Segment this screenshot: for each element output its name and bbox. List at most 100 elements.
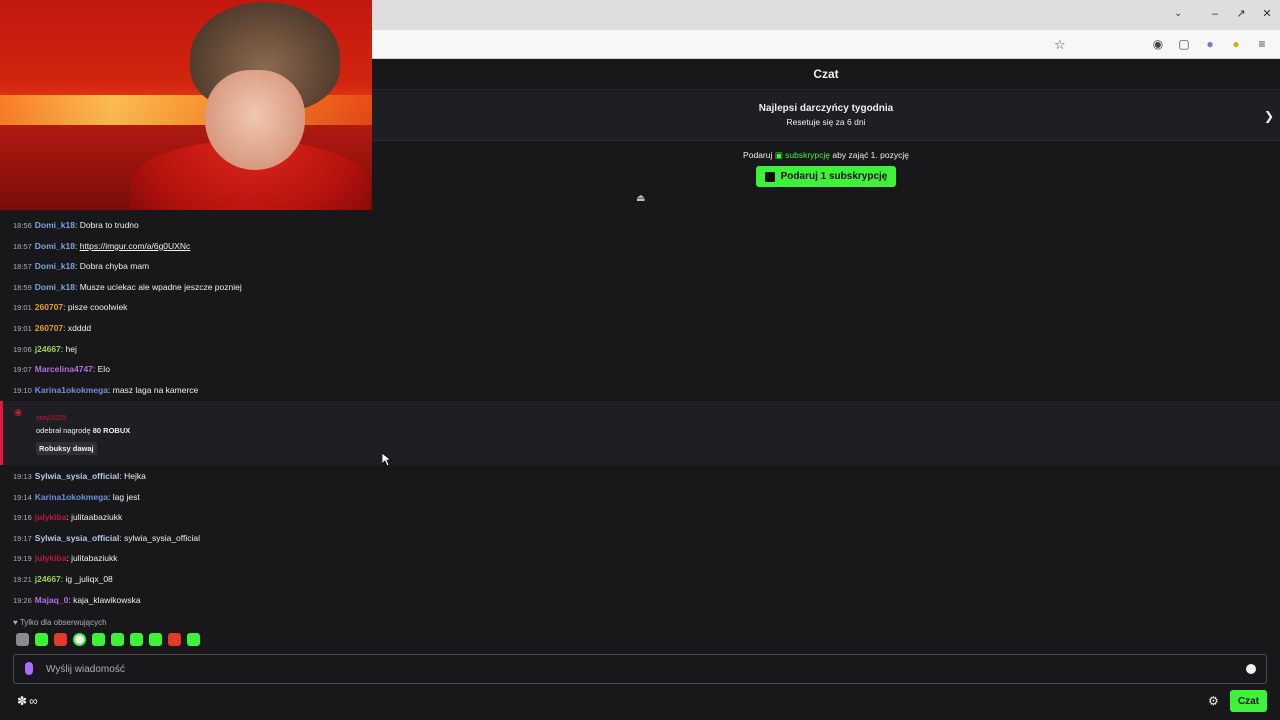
emote-icon[interactable] bbox=[130, 633, 143, 646]
gear-icon[interactable]: ⚙ bbox=[1208, 694, 1219, 708]
chat-send-button[interactable]: Czat bbox=[1230, 690, 1267, 712]
gift-icon bbox=[764, 171, 775, 182]
chat-title: Czat bbox=[813, 67, 839, 81]
browser-address-bar: ☆ ◉ ▢ ● ● ≡ bbox=[372, 30, 1280, 59]
message-timestamp: 18:57 bbox=[13, 262, 32, 272]
message-username[interactable]: Majaq_0 bbox=[35, 595, 69, 605]
message-username[interactable]: Domi_k18 bbox=[35, 220, 75, 230]
emote-icon[interactable] bbox=[92, 633, 105, 646]
message-text: Dobra chyba mam bbox=[79, 261, 150, 272]
emoji-icon[interactable] bbox=[1246, 664, 1256, 674]
message-username[interactable]: 260707 bbox=[35, 323, 63, 333]
message-username[interactable]: Karina1okokmega bbox=[35, 492, 108, 502]
gift-icon: ▣ bbox=[774, 150, 783, 160]
message-username[interactable]: julykiba bbox=[35, 512, 67, 522]
message-username[interactable]: j24667 bbox=[35, 574, 61, 584]
reward-text-prefix: odebrał nagrodę bbox=[36, 426, 91, 435]
gift-prompt-prefix: Podaruj bbox=[743, 150, 773, 160]
message-timestamp: 19:07 bbox=[13, 365, 32, 375]
collapse-icon[interactable]: ⏏ bbox=[636, 193, 645, 204]
emote-icon[interactable] bbox=[35, 633, 48, 646]
message-text: pisze cooolwiek bbox=[67, 302, 128, 313]
chat-input[interactable] bbox=[46, 655, 1226, 683]
chat-message: 18:57 Domi_k18: Dobra chyba mam bbox=[13, 261, 149, 271]
window-controls: – ↗ ✕ bbox=[1208, 7, 1274, 21]
emote-icon[interactable] bbox=[168, 633, 181, 646]
extensions-icon[interactable]: ▢ bbox=[1176, 36, 1192, 52]
chat-message: 19:13 Sylwia_sysia_official: Hejka bbox=[13, 471, 146, 481]
chat-header: Czat bbox=[372, 59, 1280, 90]
message-username[interactable]: Sylwia_sysia_official bbox=[35, 533, 120, 543]
maximize-icon[interactable]: ↗ bbox=[1234, 7, 1248, 20]
chat-input-box bbox=[13, 654, 1267, 684]
screen: ⌄ – ↗ ✕ ☆ ◉ ▢ ● ● ≡ Czat Najlepsi darczy… bbox=[0, 0, 1280, 720]
chat-message: 18:56 Domi_k18: Dobra to trudno bbox=[13, 220, 139, 230]
message-text: julitabaziukk bbox=[71, 553, 118, 564]
gift-sub-button[interactable]: Podaruj 1 subskrypcję bbox=[755, 166, 897, 187]
message-timestamp: 19:06 bbox=[13, 344, 32, 354]
message-username[interactable]: 260707 bbox=[35, 302, 63, 312]
gift-sub-button-label: Podaruj 1 subskrypcję bbox=[780, 171, 888, 182]
account-icon[interactable]: ◉ bbox=[1150, 36, 1166, 52]
extension-purple-icon[interactable]: ● bbox=[1202, 36, 1218, 52]
top-gifters-reset: Resetuje się za 6 dni bbox=[786, 117, 866, 127]
reward-name: 80 ROBUX bbox=[92, 426, 131, 435]
message-username[interactable]: Domi_k18 bbox=[35, 282, 75, 292]
emote-icon[interactable] bbox=[187, 633, 200, 646]
message-timestamp: 19:26 bbox=[13, 595, 32, 605]
message-username[interactable]: Marcelina4747 bbox=[35, 364, 93, 374]
message-timestamp: 19:14 bbox=[13, 492, 32, 502]
message-text: lag jest bbox=[112, 491, 140, 502]
message-username[interactable]: julykiba bbox=[35, 553, 67, 563]
star-icon[interactable]: ☆ bbox=[1054, 37, 1066, 53]
close-icon[interactable]: ✕ bbox=[1260, 7, 1274, 20]
message-username[interactable]: Karina1okokmega bbox=[35, 385, 108, 395]
chat-message: 18:57 Domi_k18: https://imgur.com/a/6g0UX… bbox=[13, 241, 190, 251]
channel-points[interactable]: ✽ ∞ bbox=[17, 694, 38, 708]
emote-icon[interactable] bbox=[73, 633, 86, 646]
message-username[interactable]: Domi_k18 bbox=[35, 241, 75, 251]
message-timestamp: 19:01 bbox=[13, 303, 32, 313]
top-gifters-banner[interactable]: Najlepsi darczyńcy tygodnia Resetuje się… bbox=[372, 91, 1280, 141]
message-text: Musze uciekac ale wpadne jeszcze pozniej bbox=[79, 281, 242, 292]
heart-icon: ♥ bbox=[13, 618, 18, 627]
message-text: masz laga na kamerce bbox=[112, 384, 199, 395]
message-username[interactable]: Sylwia_sysia_official bbox=[35, 471, 120, 481]
reward-tag: Robuksy dawaj bbox=[36, 442, 97, 455]
message-timestamp: 19:17 bbox=[13, 533, 32, 543]
message-text: julitaabaziukk bbox=[71, 512, 123, 523]
message-text: kaja_klawikowska bbox=[73, 594, 141, 605]
browser-titlebar: ⌄ – ↗ ✕ bbox=[372, 0, 1280, 30]
chat-message-list: 18:56 Domi_k18: Dobra to trudno 18:57 Domi_… bbox=[0, 210, 1280, 610]
message-timestamp: 18:57 bbox=[13, 241, 32, 251]
chat-message: 19:26 Majaq_0: kaja_klawikowska bbox=[13, 595, 141, 605]
chevron-down-icon[interactable]: ⌄ bbox=[1174, 8, 1182, 19]
emote-icon[interactable] bbox=[16, 633, 29, 646]
minimize-icon[interactable]: – bbox=[1208, 8, 1222, 20]
reward-user[interactable]: stay2025 bbox=[36, 413, 66, 422]
emote-icon[interactable] bbox=[54, 633, 67, 646]
chevron-right-icon[interactable]: ❯ bbox=[1264, 109, 1274, 123]
chat-message: 19:06 j24667: hej bbox=[13, 344, 77, 354]
gift-prompt-highlight: subskrypcję bbox=[785, 150, 831, 160]
chat-message: 19:21 j24667: ig _juliqx_08 bbox=[13, 574, 113, 584]
extension-yellow-icon[interactable]: ● bbox=[1228, 36, 1244, 52]
emote-icon[interactable] bbox=[111, 633, 124, 646]
reward-redemption: ❀ stay2025 odebrał nagrodę 80 ROBUX Robu… bbox=[0, 401, 1280, 465]
menu-icon[interactable]: ≡ bbox=[1254, 36, 1270, 52]
message-link[interactable]: https://imgur.com/a/6g0UXNc bbox=[80, 241, 191, 251]
gift-prompt-suffix: aby zająć 1. pozycję bbox=[832, 150, 909, 160]
webcam-person-face bbox=[205, 70, 305, 170]
message-timestamp: 19:13 bbox=[13, 472, 32, 481]
message-text: Hejka bbox=[124, 471, 146, 481]
message-timestamp: 19:16 bbox=[13, 513, 32, 523]
microphone-icon[interactable] bbox=[25, 662, 33, 675]
channel-points-icon: ✽ bbox=[17, 694, 28, 708]
message-username[interactable]: Domi_k18 bbox=[35, 261, 75, 271]
chat-message: 19:01 260707: pisze cooolwiek bbox=[13, 302, 127, 312]
reward-text: odebrał nagrodę 80 ROBUX bbox=[36, 426, 130, 435]
emote-icon[interactable] bbox=[149, 633, 162, 646]
message-username[interactable]: j24667 bbox=[35, 344, 61, 354]
message-text: Elo bbox=[97, 364, 110, 375]
chat-message: 19:07 Marcelina4747: Elo bbox=[13, 364, 110, 374]
